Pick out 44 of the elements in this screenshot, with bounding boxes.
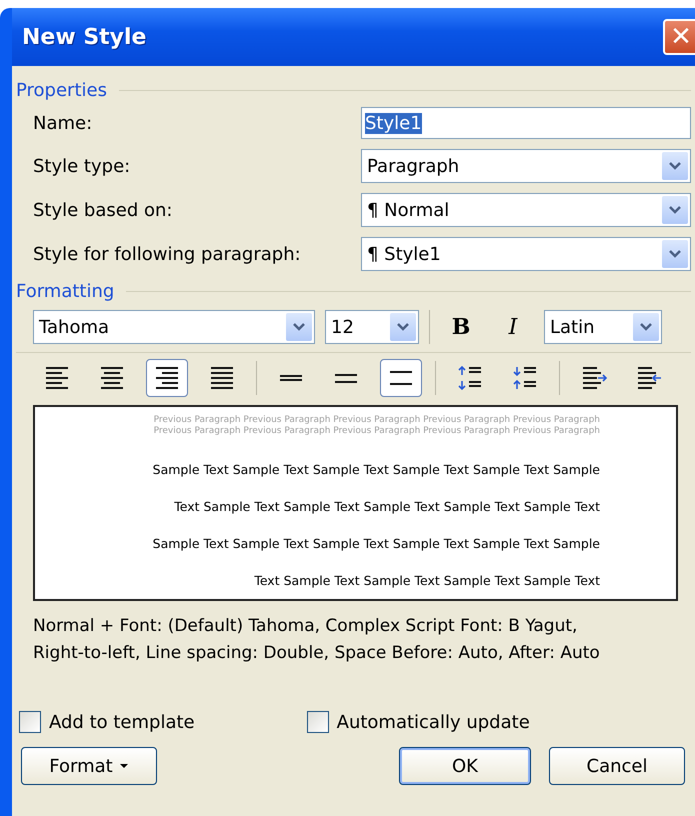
sample-text: Text Sample Text Sample Text Sample Text Sample Text Sample Text [173, 498, 600, 516]
checkbox-option[interactable]: Automatically update [306, 711, 530, 733]
align-left-icon [43, 364, 71, 392]
checkbox[interactable] [306, 711, 329, 733]
size-dropdown[interactable]: 12 [325, 310, 419, 344]
previous-paragraph-text: Previous Paragraph Previous Paragraph Previous Paragraph Previous Paragraph Previous Paragraph [152, 426, 600, 437]
justify-icon [208, 364, 236, 392]
field-label: Style type: [33, 156, 132, 176]
sample-text: Sample Text Sample Text Sample Text Sample Text Sample Text Sample [152, 461, 600, 479]
bold-button[interactable]: B [440, 308, 482, 346]
field-label: Name: [33, 112, 94, 134]
space-decrease-icon [511, 364, 539, 392]
window-title: New Style [22, 24, 146, 50]
align-center-icon [98, 364, 126, 392]
ok-button[interactable]: OK [399, 747, 531, 785]
previous-paragraph-text: Previous Paragraph Previous Paragraph Previous Paragraph Previous Paragraph Previous Paragraph [152, 415, 600, 426]
indent-decrease-icon [635, 364, 663, 392]
one-half-icon [332, 372, 360, 384]
caret-icon [118, 763, 129, 769]
checkbox-option[interactable]: Add to template [19, 711, 195, 733]
format-button[interactable]: Format [21, 747, 157, 785]
dropdown[interactable]: Paragraph [361, 149, 691, 183]
font-dropdown[interactable]: Tahoma [33, 310, 315, 344]
style-description: Normal + Font: (Default) Tahoma, Complex Script Font: B Yagut, Right-to-left, Line spacing: Double, Space Before: Auto, After: Auto [33, 615, 601, 665]
align-right-icon [153, 364, 181, 392]
sample-text: Text Sample Text Sample Text Sample Text Sample Text [253, 572, 600, 590]
double-icon [387, 370, 415, 386]
indent-increase-icon [580, 364, 608, 392]
cancel-button[interactable]: Cancel [549, 747, 685, 785]
dropdown[interactable]: ¶ Style1 [361, 237, 691, 271]
checkbox[interactable] [19, 711, 41, 733]
script-dropdown[interactable]: Latin [544, 310, 662, 344]
italic-button[interactable]: I [492, 308, 534, 346]
section-label: Formatting [16, 281, 114, 302]
field-label: Style based on: [33, 200, 174, 220]
space-increase-icon [456, 364, 484, 392]
name-field[interactable]: Style1 [361, 107, 691, 139]
single-icon [277, 374, 305, 382]
align-right-button[interactable] [146, 359, 188, 397]
double-button[interactable] [380, 359, 422, 397]
sample-text: Sample Text Sample Text Sample Text Sample Text Sample Text Sample [152, 535, 600, 553]
section-label: Properties [16, 80, 107, 101]
field-label: Style for following paragraph: [33, 244, 302, 264]
dropdown[interactable]: ¶ Normal [361, 193, 691, 227]
